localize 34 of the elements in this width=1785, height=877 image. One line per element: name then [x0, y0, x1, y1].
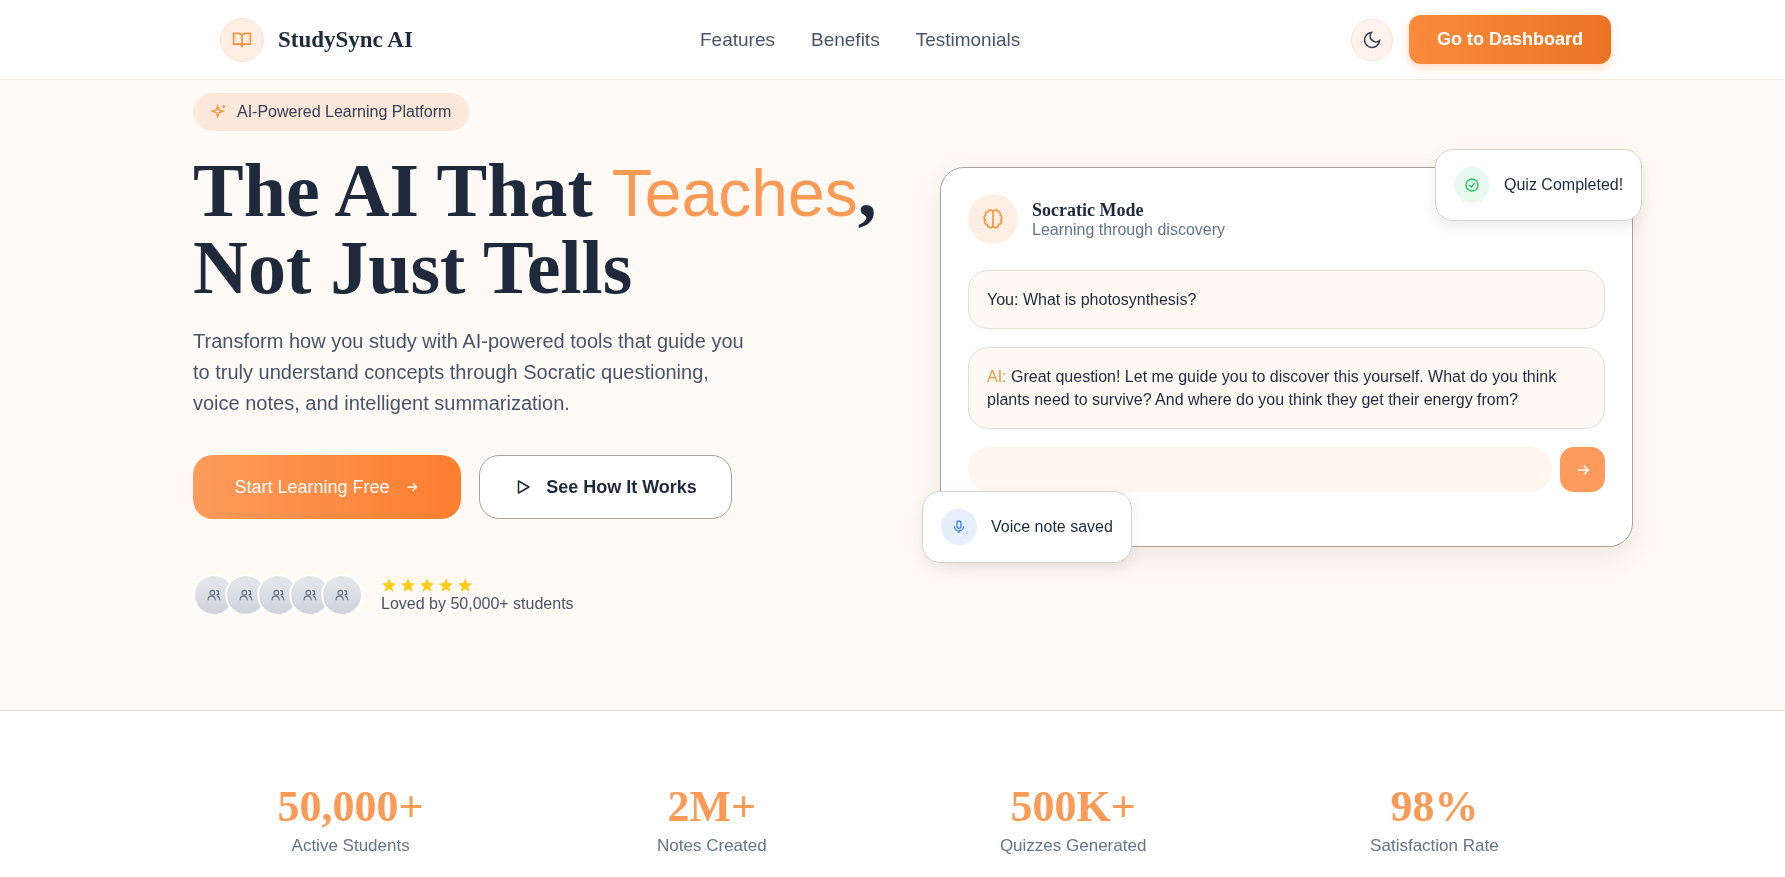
stat-label: Quizzes Generated — [999, 836, 1147, 856]
stat-label: Active Students — [291, 836, 410, 856]
user-message: You: What is photosynthesis? — [968, 270, 1605, 329]
send-button[interactable] — [1560, 447, 1605, 492]
user-avatar-icon — [321, 574, 363, 616]
toast-label: Quiz Completed! — [1504, 176, 1624, 194]
platform-badge: AI-Powered Learning Platform — [193, 93, 470, 131]
stat-value: 50,000+ — [277, 781, 424, 832]
stat-value: 98% — [1390, 781, 1479, 832]
nav-link[interactable]: Features — [700, 28, 775, 51]
nav-link[interactable]: Testimonials — [915, 28, 1021, 51]
stat-label: Notes Created — [657, 836, 767, 856]
card-subtitle: Learning through discovery — [1032, 220, 1225, 239]
moon-icon — [1362, 29, 1382, 50]
proof-text: Loved by 50,000+ students — [381, 595, 574, 613]
stat-label: Satisfaction Rate — [1370, 836, 1499, 856]
stat-value: 500K+ — [1010, 781, 1136, 832]
hero-description: Transform how you study with AI-powered tools that guide you to truly understand concepts through Socratic questioning, voice notes, and intelligent summarization. — [193, 329, 745, 416]
stat-value: 2M+ — [667, 781, 757, 832]
toast-label: Voice note saved — [991, 518, 1113, 536]
brand-name[interactable]: StudySync AI — [278, 26, 413, 53]
nav-link[interactable]: Benefits — [811, 28, 880, 51]
demo-button[interactable]: See How It Works — [479, 455, 732, 519]
sparkle-icon — [211, 104, 227, 120]
book-icon — [220, 17, 264, 62]
theme-toggle-button[interactable] — [1351, 18, 1393, 61]
headline: The AI That Teaches, — [193, 153, 877, 230]
message-field[interactable] — [968, 447, 1552, 492]
headline: Not Just Tells — [193, 230, 633, 304]
card-title: Socratic Mode — [1032, 199, 1145, 221]
check-icon — [1454, 167, 1490, 203]
microphone-icon — [941, 509, 977, 545]
brain-icon — [968, 194, 1018, 244]
ai-message: AI: Great question! Let me guide you to discover this yourself. What do you think plants need to survive? And where do you think they get their energy from? — [968, 347, 1605, 429]
